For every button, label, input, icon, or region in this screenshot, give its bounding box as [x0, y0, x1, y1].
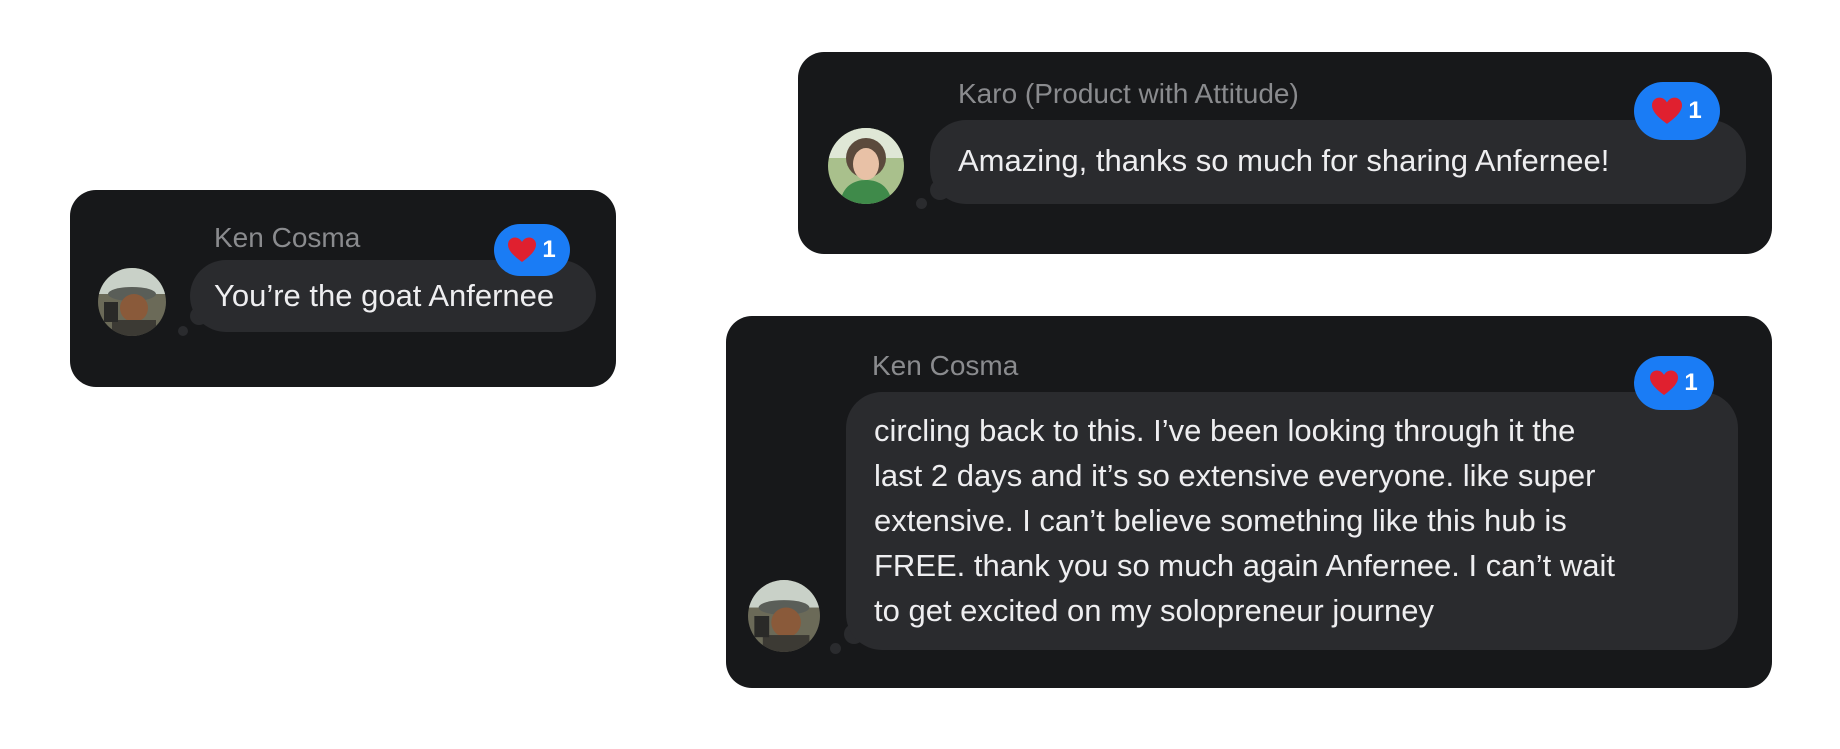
avatar[interactable]	[748, 580, 820, 652]
message-card-ken-cosma-1: Ken Cosma You’re the goat Anfernee 1	[70, 190, 616, 387]
avatar-photo-icon	[748, 580, 820, 652]
avatar[interactable]	[828, 128, 904, 204]
heart-icon	[1650, 370, 1679, 395]
reaction-badge[interactable]: 1	[1634, 356, 1714, 410]
message-text: You’re the goat Anfernee	[214, 278, 555, 313]
avatar-photo-icon	[828, 128, 904, 204]
reaction-count: 1	[542, 236, 556, 263]
message-card-ken-cosma-2: Ken Cosma circling back to this. I’ve be…	[726, 316, 1772, 688]
message-bubble: Amazing, thanks so much for sharing Anfe…	[930, 120, 1746, 204]
reaction-badge[interactable]: 1	[1634, 82, 1720, 140]
sender-name: Ken Cosma	[214, 222, 361, 253]
message-bubble: circling back to this. I’ve been looking…	[846, 392, 1738, 650]
reaction-badge[interactable]: 1	[494, 224, 570, 276]
message-text: Amazing, thanks so much for sharing Anfe…	[958, 143, 1610, 178]
avatar[interactable]	[98, 268, 166, 336]
bubble-tail-dot	[916, 198, 927, 209]
reaction-count: 1	[1688, 97, 1702, 124]
bubble-tail-dot	[178, 326, 188, 336]
message-text: circling back to this. I’ve been looking…	[874, 413, 1615, 628]
avatar-photo-icon	[98, 268, 166, 336]
heart-icon	[1652, 97, 1683, 124]
reaction-count: 1	[1684, 369, 1698, 396]
heart-icon	[508, 237, 537, 262]
sender-name: Karo (Product with Attitude)	[958, 78, 1299, 109]
message-card-karo: Karo (Product with Attitude) Amazing, th…	[798, 52, 1772, 254]
bubble-tail-dot	[830, 643, 841, 654]
sender-name: Ken Cosma	[872, 350, 1019, 381]
